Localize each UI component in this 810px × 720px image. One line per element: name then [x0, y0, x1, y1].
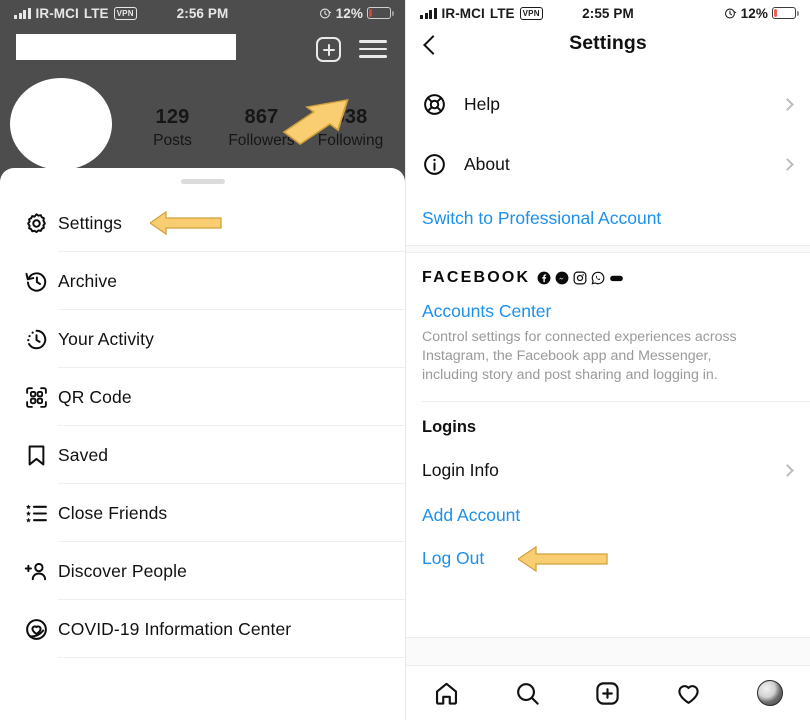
chevron-right-icon [781, 157, 794, 171]
bottom-spacer-band [406, 637, 810, 665]
oculus-icon [610, 275, 624, 282]
alarm-icon [319, 8, 331, 18]
avatar[interactable] [10, 78, 112, 170]
drag-handle[interactable] [180, 179, 225, 184]
tab-home[interactable] [406, 680, 487, 707]
hamburger-menu-icon[interactable] [359, 38, 387, 60]
settings-nav-header: Settings [406, 26, 810, 70]
facebook-description: Control settings for connected experienc… [422, 329, 737, 383]
settings-row-label: Login Info [422, 459, 499, 480]
clock-back-arrow-icon [14, 269, 58, 294]
arrow-pointing-to-settings [150, 210, 222, 236]
menu-item-label: Settings [58, 212, 123, 233]
dual-screenshot: IR-MCI LTE VPN 2:56 PM 12% 29 [0, 0, 810, 720]
chevron-right-icon [781, 97, 794, 111]
left-phone-screen: IR-MCI LTE VPN 2:56 PM 12% 29 [0, 0, 405, 720]
dotted-clock-icon [14, 327, 58, 352]
menu-item-settings[interactable]: Settings [0, 194, 405, 252]
divider [58, 657, 405, 658]
add-post-icon [596, 681, 620, 705]
add-person-icon [14, 559, 58, 584]
instagram-icon [573, 271, 587, 285]
settings-row-label: Help [464, 93, 500, 114]
section-divider-band [406, 245, 810, 253]
bookmark-icon [14, 443, 58, 468]
stat-posts[interactable]: 129 Posts [128, 104, 217, 152]
menu-item-qr-code[interactable]: QR Code [0, 368, 405, 426]
alarm-icon [724, 8, 736, 18]
menu-list: Settings Archive Your Activity QR Code S… [0, 194, 405, 658]
arrow-pointing-to-log-out [518, 546, 608, 572]
profile-avatar-icon [756, 680, 783, 706]
facebook-icon [537, 271, 551, 285]
menu-item-label: Discover People [58, 560, 187, 581]
settings-row-label: About [464, 153, 510, 174]
posts-label: Posts [153, 132, 192, 149]
menu-item-your-activity[interactable]: Your Activity [0, 310, 405, 368]
menu-item-label: QR Code [58, 386, 132, 407]
tab-activity[interactable] [648, 680, 729, 707]
battery-low-icon [772, 7, 799, 19]
menu-item-label: Saved [58, 444, 109, 465]
menu-item-close-friends[interactable]: Close Friends [0, 484, 405, 542]
heart-icon [678, 684, 699, 704]
left-status-bar: IR-MCI LTE VPN 2:56 PM 12% [0, 0, 405, 26]
settings-row-help[interactable]: Help [406, 74, 810, 134]
menu-item-discover-people[interactable]: Discover People [0, 542, 405, 600]
bottom-tab-bar [406, 665, 810, 720]
tab-profile[interactable] [729, 680, 810, 706]
tab-add-post[interactable] [568, 680, 649, 707]
star-list-icon [14, 501, 58, 526]
settings-list: Account Help [406, 60, 810, 665]
chevron-right-icon [781, 463, 794, 477]
settings-row-about[interactable]: About [406, 134, 810, 194]
battery-percent-label: 12% [740, 5, 768, 21]
right-phone-screen: IR-MCI LTE VPN 2:55 PM 12% Settings Help… [405, 0, 810, 720]
heart-circle-icon [14, 617, 58, 642]
life-ring-icon [422, 92, 464, 117]
page-title: Settings [569, 32, 647, 54]
search-icon [516, 682, 539, 705]
menu-item-label: Close Friends [58, 502, 168, 523]
menu-item-covid-information-center[interactable]: COVID-19 Information Center [0, 600, 405, 658]
info-circle-icon [422, 152, 464, 177]
switch-to-professional-account-link[interactable]: Switch to Professional Account [406, 194, 810, 245]
menu-item-label: Archive [58, 270, 118, 291]
add-account-link[interactable]: Add Account [406, 497, 810, 534]
username-redaction-box [16, 34, 236, 60]
whatsapp-icon [591, 271, 605, 285]
accounts-center-link[interactable]: Accounts Center [406, 291, 810, 326]
menu-item-label: COVID-19 Information Center [58, 618, 292, 639]
menu-item-label: Your Activity [58, 328, 154, 349]
menu-item-archive[interactable]: Archive [0, 252, 405, 310]
posts-count: 129 [155, 106, 190, 128]
battery-percent-label: 12% [335, 5, 363, 21]
right-status-bar: IR-MCI LTE VPN 2:55 PM 12% [406, 0, 810, 26]
facebook-brand-icons [537, 271, 624, 285]
gear-icon [14, 211, 58, 236]
facebook-heading-row: FACEBOOK [422, 269, 794, 287]
settings-row-login-info[interactable]: Login Info [406, 443, 810, 497]
logins-section-title: Logins [422, 418, 477, 436]
facebook-heading: FACEBOOK [422, 269, 531, 286]
messenger-icon [555, 271, 569, 285]
arrow-pointing-to-hamburger-menu [282, 99, 349, 145]
profile-menu-sheet: Settings Archive Your Activity QR Code S… [0, 168, 405, 720]
facebook-section: FACEBOOK [406, 253, 810, 291]
log-out-link[interactable]: Log Out [406, 534, 810, 583]
tab-search[interactable] [487, 680, 568, 707]
menu-item-saved[interactable]: Saved [0, 426, 405, 484]
home-icon [435, 682, 457, 705]
battery-low-icon [367, 7, 394, 19]
qr-code-icon [14, 385, 58, 410]
